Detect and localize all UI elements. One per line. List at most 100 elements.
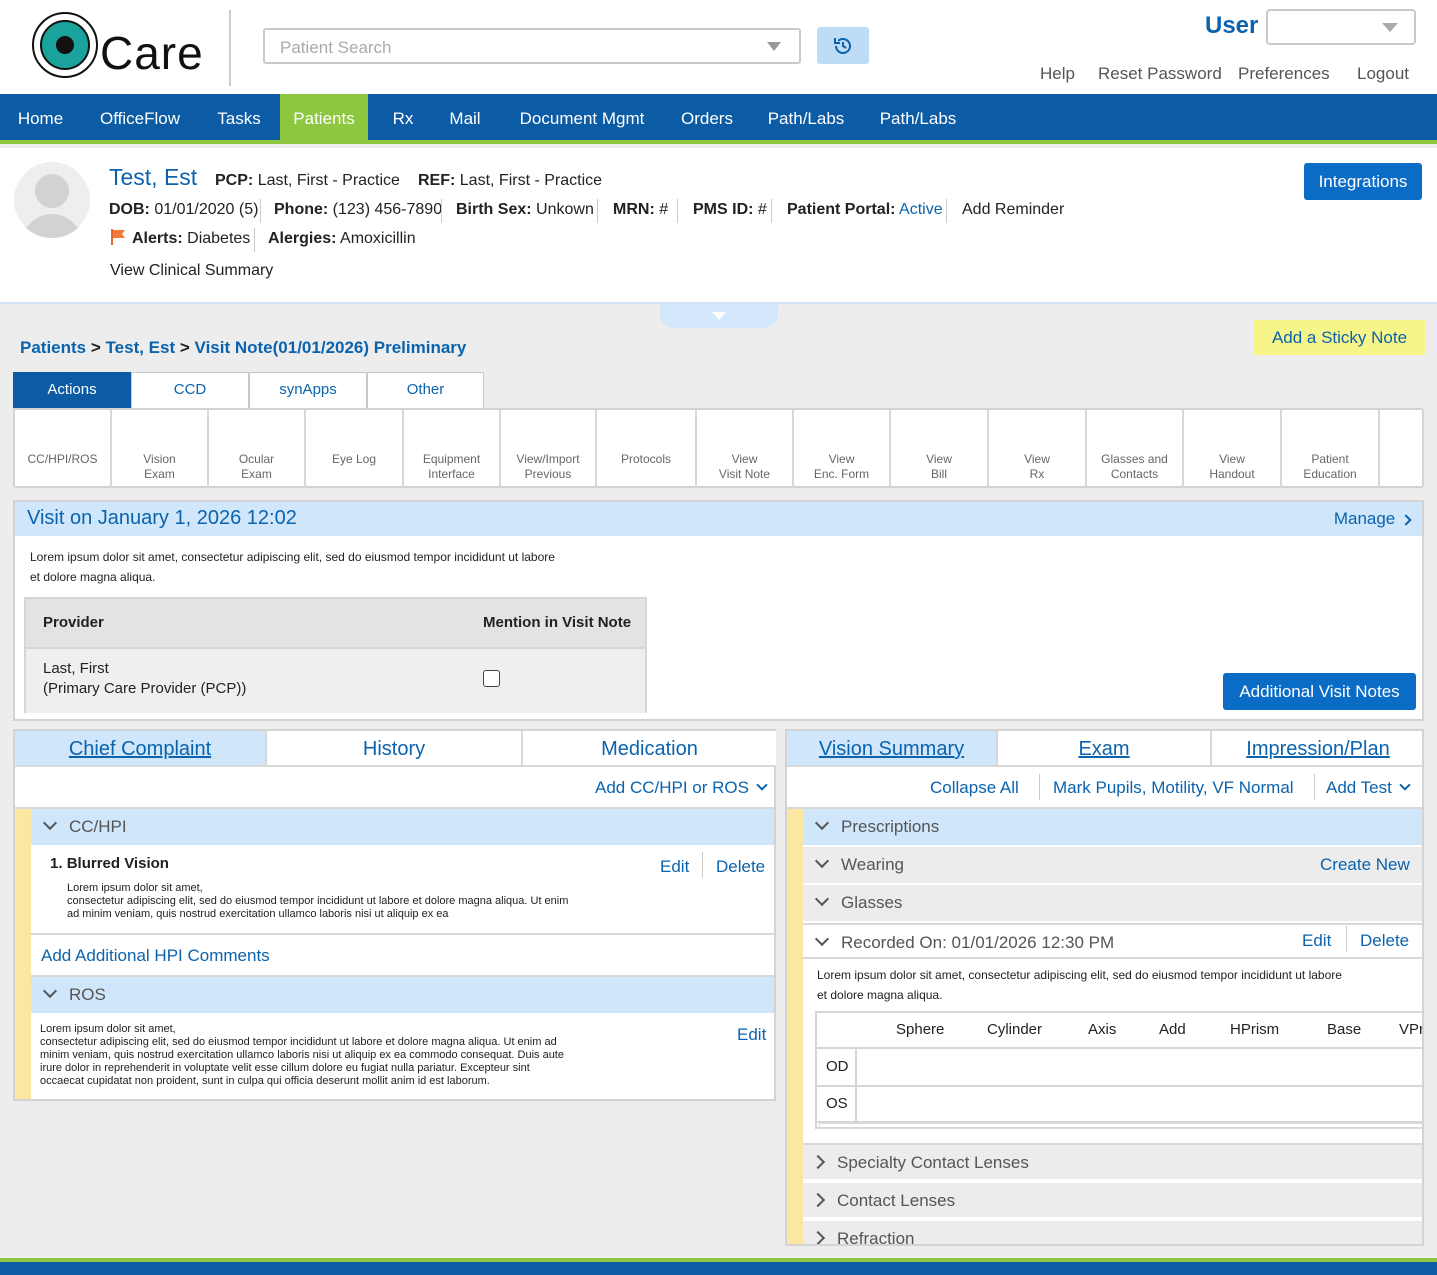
breadcrumb-patients[interactable]: Patients <box>20 338 86 357</box>
mark-normal-link[interactable]: Mark Pupils, Motility, VF Normal <box>1053 778 1294 798</box>
tab-ccd[interactable]: CCD <box>131 372 249 408</box>
prescription-table: Sphere Cylinder Axis Add HPrism Base VPr… <box>815 1011 1422 1129</box>
pcp-label: PCP: <box>215 172 254 189</box>
chevron-right-icon <box>810 1230 826 1244</box>
section-indicator <box>15 809 31 1099</box>
logo-eye-icon <box>32 12 98 78</box>
chevron-down-icon <box>42 815 58 831</box>
tab-vision-summary[interactable]: Vision Summary <box>787 731 998 767</box>
add-test-menu[interactable]: Add Test <box>1326 778 1411 798</box>
chevron-down-icon <box>1382 23 1398 32</box>
tab-history[interactable]: History <box>267 731 523 767</box>
action-cc-hpi-ros[interactable]: CC/HPI/ROS <box>15 410 112 488</box>
complaint-edit-link[interactable]: Edit <box>660 857 689 877</box>
add-hpi-comments-link[interactable]: Add Additional HPI Comments <box>41 946 270 966</box>
top-bar: Care Patient Search User Help Reset Pass… <box>0 0 1437 94</box>
chevron-down-icon <box>756 779 768 791</box>
mrn-value: # <box>659 201 669 218</box>
mention-checkbox[interactable] <box>483 670 500 687</box>
column-header-sphere: Sphere <box>896 1021 945 1038</box>
patient-search-input[interactable]: Patient Search <box>263 28 801 64</box>
horizontal-scrollbar[interactable] <box>819 1123 1422 1129</box>
nav-path-labs[interactable]: Path/Labs <box>756 94 856 140</box>
breadcrumb-patient[interactable]: Test, Est <box>106 338 176 357</box>
caret-down-icon <box>712 312 726 320</box>
add-sticky-note-button[interactable]: Add a Sticky Note <box>1254 320 1425 355</box>
action-patient-education[interactable]: Patient Education <box>1282 410 1380 488</box>
tab-chief-complaint[interactable]: Chief Complaint <box>15 731 267 767</box>
action-view-enc-form[interactable]: View Enc. Form <box>794 410 891 488</box>
chevron-down-icon[interactable] <box>767 42 781 51</box>
table-row: Last, First (Primary Care Provider (PCP)… <box>26 649 645 713</box>
nav-patients[interactable]: Patients <box>280 94 368 140</box>
integrations-button[interactable]: Integrations <box>1304 163 1422 200</box>
action-view-bill[interactable]: View Bill <box>891 410 989 488</box>
create-new-link[interactable]: Create New <box>1320 855 1410 875</box>
view-clinical-summary-link[interactable]: View Clinical Summary <box>110 262 273 280</box>
glasses-section-header[interactable]: Glasses <box>803 885 1422 921</box>
manage-link[interactable]: Manage <box>1334 509 1412 529</box>
add-cc-hpi-ros-menu[interactable]: Add CC/HPI or ROS <box>595 778 768 798</box>
complaint-delete-link[interactable]: Delete <box>716 857 765 877</box>
chevron-right-icon <box>1400 514 1412 526</box>
portal-status-link[interactable]: Active <box>899 201 943 218</box>
breadcrumb-visit-note[interactable]: Visit Note(01/01/2026) Preliminary <box>195 338 467 357</box>
reset-password-link[interactable]: Reset Password <box>1098 64 1222 84</box>
ros-edit-link[interactable]: Edit <box>737 1025 766 1045</box>
tab-medication[interactable]: Medication <box>523 731 776 767</box>
action-protocols[interactable]: Protocols <box>597 410 697 488</box>
history-refresh-button[interactable] <box>817 27 869 64</box>
nav-orders[interactable]: Orders <box>670 94 744 140</box>
tab-exam[interactable]: Exam <box>998 731 1212 767</box>
patient-name[interactable]: Test, Est <box>109 164 197 191</box>
action-glasses-contacts[interactable]: Glasses and Contacts <box>1087 410 1184 488</box>
nav-document-mgmt[interactable]: Document Mgmt <box>500 94 664 140</box>
cc-hpi-section-header[interactable]: CC/HPI <box>31 809 774 845</box>
additional-visit-notes-button[interactable]: Additional Visit Notes <box>1223 673 1416 710</box>
nav-officeflow[interactable]: OfficeFlow <box>81 94 199 140</box>
prescriptions-section-header[interactable]: Prescriptions <box>803 809 1422 845</box>
tab-synapps[interactable]: synApps <box>249 372 367 408</box>
specialty-contact-lenses-header[interactable]: Specialty Contact Lenses <box>803 1143 1422 1179</box>
action-view-visit-note[interactable]: View Visit Note <box>697 410 794 488</box>
nav-home[interactable]: Home <box>0 94 81 140</box>
pms-label: PMS ID: <box>693 201 754 218</box>
nav-path-labs-2[interactable]: Path/Labs <box>868 94 968 140</box>
refraction-header[interactable]: Refraction <box>803 1219 1422 1244</box>
footer-bar <box>0 1258 1437 1275</box>
ros-section-header[interactable]: ROS <box>31 977 774 1013</box>
complaint-description: Lorem ipsum dolor sit amet, consectetur … <box>67 882 569 920</box>
sex-label: Birth Sex: <box>456 201 532 218</box>
tab-impression-plan[interactable]: Impression/Plan <box>1212 731 1422 767</box>
contact-lenses-header[interactable]: Contact Lenses <box>803 1181 1422 1217</box>
user-label: User <box>1205 12 1259 39</box>
logout-link[interactable]: Logout <box>1357 64 1409 84</box>
user-select[interactable] <box>1266 9 1416 45</box>
action-view-handout[interactable]: View Handout <box>1184 410 1282 488</box>
breadcrumb-separator: > <box>90 338 101 357</box>
nav-mail[interactable]: Mail <box>438 94 492 140</box>
action-view-rx[interactable]: View Rx <box>989 410 1087 488</box>
chevron-right-icon <box>810 1192 826 1208</box>
tab-actions[interactable]: Actions <box>13 372 131 408</box>
main-nav: Home OfficeFlow Tasks Patients Rx Mail D… <box>0 94 1437 144</box>
tab-other[interactable]: Other <box>367 372 484 408</box>
column-header-provider: Provider <box>43 614 104 631</box>
sex-value: Unkown <box>536 201 594 218</box>
action-ocular-exam[interactable]: Ocular Exam <box>209 410 306 488</box>
action-vision-exam[interactable]: Vision Exam <box>112 410 209 488</box>
recorded-edit-link[interactable]: Edit <box>1302 931 1331 951</box>
preferences-link[interactable]: Preferences <box>1238 64 1330 84</box>
nav-rx[interactable]: Rx <box>368 94 438 140</box>
action-eye-log[interactable]: Eye Log <box>306 410 404 488</box>
action-equipment-interface[interactable]: Equipment Interface <box>404 410 501 488</box>
visit-panel: Visit on January 1, 2026 12:02 Manage Lo… <box>13 500 1424 721</box>
nav-tasks[interactable]: Tasks <box>199 94 279 140</box>
collapse-all-link[interactable]: Collapse All <box>930 778 1019 798</box>
recorded-delete-link[interactable]: Delete <box>1360 931 1409 951</box>
collapse-header-toggle[interactable] <box>660 304 778 328</box>
action-view-import-previous[interactable]: View/Import Previous <box>501 410 597 488</box>
ref-label: REF: <box>418 172 456 189</box>
add-reminder-link[interactable]: Add Reminder <box>962 201 1064 219</box>
help-link[interactable]: Help <box>1040 64 1075 84</box>
